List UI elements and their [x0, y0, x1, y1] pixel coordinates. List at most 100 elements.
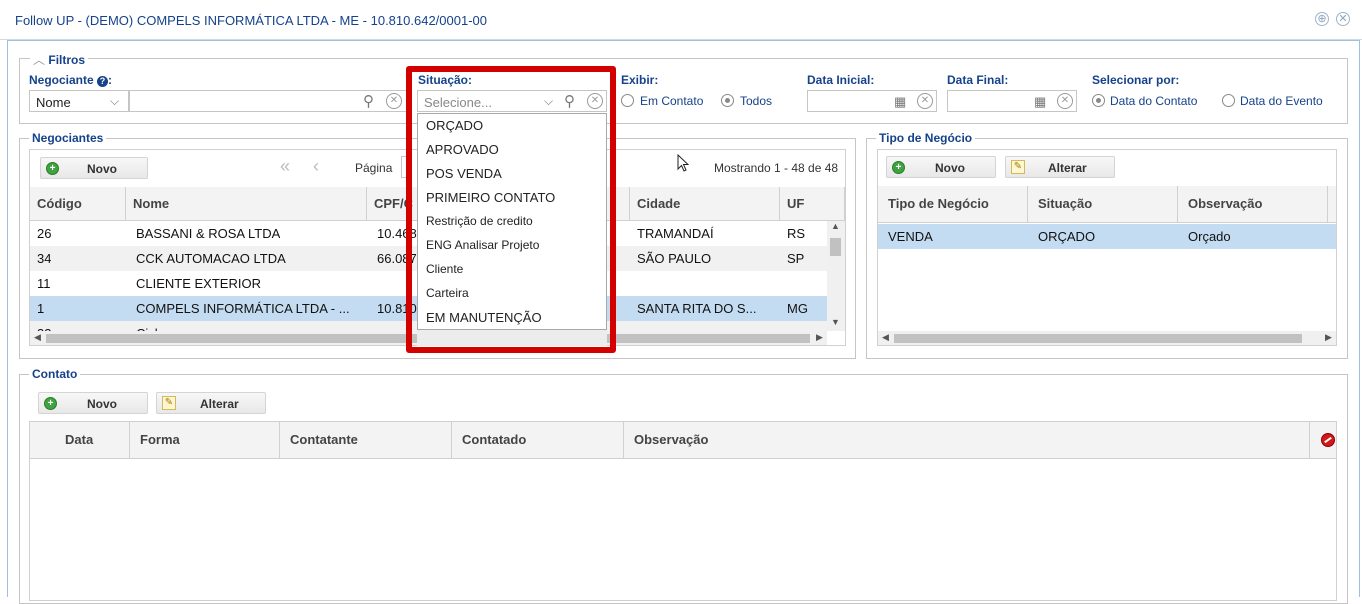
col-cidade[interactable]: Cidade	[630, 187, 780, 221]
table-row[interactable]: VENDA ORÇADO Orçado	[878, 224, 1336, 249]
mouse-cursor-icon	[677, 154, 690, 172]
novo-label: Novo	[87, 397, 117, 411]
close-icon[interactable]: ✕	[1336, 12, 1350, 26]
cell-codigo: 11	[37, 276, 51, 291]
highlight-box	[406, 66, 616, 353]
radio-data-contato[interactable]	[1092, 94, 1105, 107]
calendar-icon[interactable]: ▦	[1034, 94, 1046, 110]
mostrando-text: Mostrando 1 - 48 de 48	[714, 161, 839, 175]
delete-icon[interactable]	[1321, 433, 1335, 447]
negociantes-legend: Negociantes	[29, 131, 107, 145]
col-observacao[interactable]: Observação	[624, 422, 1310, 459]
col-situacao[interactable]: Situação	[1028, 186, 1178, 223]
radio-data-evento-label[interactable]: Data do Evento	[1240, 94, 1323, 108]
prev-page-icon[interactable]: ‹	[313, 156, 319, 177]
data-final-label: Data Final:	[947, 73, 1009, 87]
scroll-thumb[interactable]	[830, 238, 841, 256]
scroll-right-icon[interactable]: ▶	[1325, 332, 1332, 343]
negociante-search-input[interactable]: ⚲ ✕	[129, 90, 407, 112]
first-page-icon[interactable]: «	[280, 156, 290, 177]
vertical-scrollbar[interactable]: ▲ ▼	[827, 221, 845, 331]
col-codigo[interactable]: Código	[30, 187, 126, 221]
tipo-alterar-button[interactable]: ✎ Alterar	[1005, 156, 1115, 178]
edit-icon: ✎	[1011, 160, 1025, 174]
tipo-negocio-legend: Tipo de Negócio	[876, 131, 976, 145]
negociante-type-combo[interactable]: Nome ⌵	[29, 90, 129, 112]
calendar-icon[interactable]: ▦	[894, 94, 906, 110]
cell-uf: RS	[787, 226, 806, 241]
col-observacao[interactable]: Observação	[1178, 186, 1328, 223]
filtros-legend[interactable]: ︿ Filtros	[30, 51, 89, 68]
pagina-label: Página	[355, 161, 393, 175]
cell-cidade: SÃO PAULO	[637, 251, 712, 266]
scroll-left-icon[interactable]: ◀	[882, 332, 889, 343]
cell-cidade	[630, 271, 637, 296]
novo-label: Novo	[935, 161, 965, 175]
contato-header: Data Forma Contatante Contatado Observaç…	[30, 422, 1336, 459]
window-title-bar: Follow UP - (DEMO) COMPELS INFORMÁTICA L…	[0, 0, 1362, 40]
tipo-negocio-grid: + Novo ✎ Alterar Tipo de Negócio Situaçã…	[877, 149, 1337, 346]
cell-nome: CCK AUTOMACAO LTDA	[136, 251, 286, 266]
cell-nome: COMPELS INFORMÁTICA LTDA - ...	[136, 301, 350, 316]
window-title: Follow UP - (DEMO) COMPELS INFORMÁTICA L…	[15, 13, 487, 28]
cell-cidade: TRAMANDAÍ	[637, 226, 714, 241]
radio-todos-label[interactable]: Todos	[740, 94, 772, 108]
tipo-novo-button[interactable]: + Novo	[886, 156, 996, 178]
cell-nome: BASSANI & ROSA LTDA	[136, 226, 281, 241]
clear-icon[interactable]: ✕	[917, 93, 933, 109]
negociante-label: Negociante ?:	[29, 73, 113, 87]
col-forma[interactable]: Forma	[130, 422, 280, 459]
selecionar-label: Selecionar por:	[1092, 73, 1180, 87]
cell-uf	[780, 271, 787, 296]
cell-codigo: 33	[30, 321, 51, 331]
radio-todos[interactable]	[721, 94, 734, 107]
col-contatante[interactable]: Contatante	[280, 422, 452, 459]
edit-icon: ✎	[162, 396, 176, 410]
radio-em-contato-label[interactable]: Em Contato	[640, 94, 703, 108]
negociantes-novo-button[interactable]: + Novo	[40, 157, 148, 179]
cell-codigo: 34	[37, 251, 52, 266]
cell-nome: Ciclo	[129, 321, 165, 331]
col-tipo[interactable]: Tipo de Negócio	[878, 186, 1028, 223]
radio-data-evento[interactable]	[1222, 94, 1235, 107]
cell-situacao: ORÇADO	[1038, 229, 1096, 244]
collapse-chevron-icon[interactable]: ︿	[33, 53, 45, 67]
scroll-left-icon[interactable]: ◀	[34, 332, 41, 343]
clear-icon[interactable]: ✕	[386, 93, 402, 109]
contato-alterar-button[interactable]: ✎ Alterar	[156, 392, 266, 414]
scroll-down-icon[interactable]: ▼	[831, 317, 840, 327]
radio-em-contato[interactable]	[621, 94, 634, 107]
data-inicial-label: Data Inicial:	[807, 73, 875, 87]
search-icon[interactable]: ⚲	[363, 92, 374, 110]
cell-tipo: VENDA	[888, 229, 933, 244]
contato-grid: Data Forma Contatante Contatado Observaç…	[29, 421, 1337, 601]
scroll-up-icon[interactable]: ▲	[831, 221, 840, 231]
alterar-label: Alterar	[1048, 161, 1087, 175]
col-uf[interactable]: UF	[780, 187, 845, 221]
clear-icon[interactable]: ✕	[1057, 93, 1073, 109]
radio-data-contato-label[interactable]: Data do Contato	[1110, 94, 1197, 108]
cell-observacao: Orçado	[1188, 229, 1231, 244]
col-data[interactable]: Data	[30, 422, 130, 459]
cell-nome: CLIENTE EXTERIOR	[136, 276, 261, 291]
cell-cpf	[370, 271, 377, 296]
expand-icon[interactable]: ⊕	[1315, 12, 1329, 26]
novo-label: Novo	[87, 162, 117, 176]
add-icon: +	[892, 161, 905, 174]
alterar-label: Alterar	[200, 397, 239, 411]
scroll-thumb[interactable]	[894, 334, 1302, 343]
data-final-input[interactable]: ▦ ✕	[947, 90, 1077, 112]
cell-cidade: SANTA RITA DO S...	[637, 301, 757, 316]
tipo-negocio-header: Tipo de Negócio Situação Observação	[878, 186, 1336, 223]
scroll-right-icon[interactable]: ▶	[816, 332, 823, 343]
col-nome[interactable]: Nome	[126, 187, 367, 221]
contato-novo-button[interactable]: + Novo	[38, 392, 148, 414]
exibir-label: Exibir:	[621, 73, 659, 87]
data-inicial-input[interactable]: ▦ ✕	[807, 90, 937, 112]
cell-codigo: 26	[37, 226, 52, 241]
cell-uf: MG	[787, 301, 808, 316]
help-icon[interactable]: ?	[97, 76, 109, 87]
horizontal-scrollbar[interactable]: ◀ ▶	[878, 331, 1336, 345]
col-contatado[interactable]: Contatado	[452, 422, 624, 459]
chevron-down-icon[interactable]: ⌵	[110, 94, 119, 109]
